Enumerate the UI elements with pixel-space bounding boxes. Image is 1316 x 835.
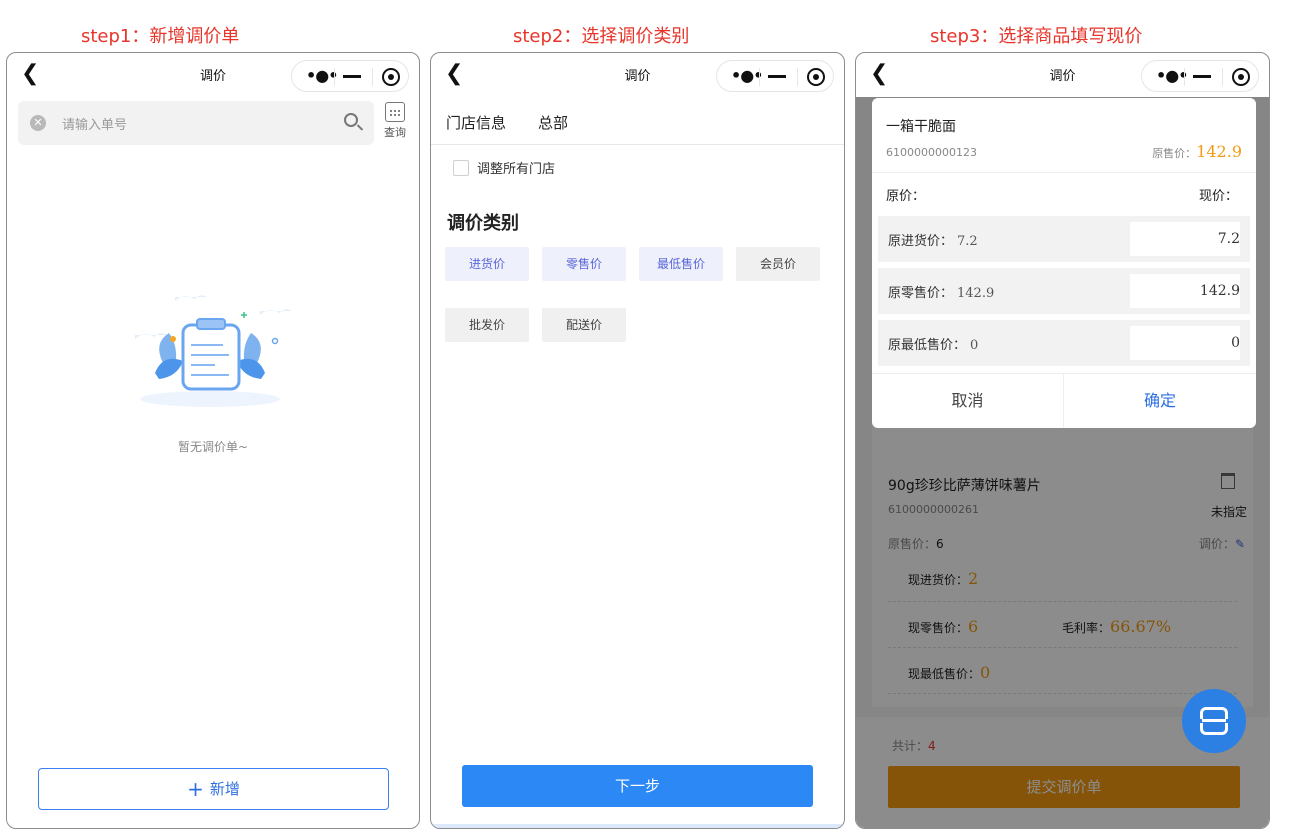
- chip-retail-price[interactable]: 零售价: [542, 247, 626, 281]
- close-target-icon[interactable]: [807, 68, 825, 86]
- cancel-button[interactable]: 取消: [872, 373, 1064, 428]
- next-step-button[interactable]: 下一步: [462, 765, 813, 807]
- step3-title: step3：选择商品填写现价: [930, 26, 1143, 47]
- calendar-icon: [385, 102, 405, 122]
- close-target-icon[interactable]: [1232, 68, 1250, 86]
- empty-state-text: 暂无调价单~: [177, 440, 249, 454]
- min-price-label: 原最低售价： 0: [888, 338, 979, 353]
- phone-step3: ❮ 调价 •●• 90g珍珍比萨薄饼味薯片 6100000000261 未指定 …: [855, 52, 1270, 829]
- add-button-label: 新增: [209, 780, 240, 798]
- divider: [431, 144, 844, 145]
- store-info-value: 总部: [538, 114, 569, 132]
- search-input[interactable]: 请输入单号: [62, 114, 127, 133]
- confirm-button[interactable]: 确定: [1064, 373, 1256, 428]
- category-title: 调价类别: [447, 213, 519, 234]
- step2-title: step2：选择调价类别: [513, 26, 690, 47]
- scan-button[interactable]: [1182, 689, 1246, 753]
- mini-program-capsule: •●•: [291, 60, 409, 92]
- dialog-orig-price: 原售价：142.9: [1152, 142, 1242, 161]
- store-info-row[interactable]: 门店信息 总部: [446, 112, 568, 133]
- store-info-label: 门店信息: [446, 114, 507, 132]
- search-icon[interactable]: [344, 113, 358, 127]
- calendar-label: 查询: [384, 126, 406, 139]
- chip-min-price[interactable]: 最低售价: [639, 247, 723, 281]
- minimize-icon[interactable]: [1193, 75, 1211, 78]
- divider: [372, 68, 373, 86]
- chip-delivery-price[interactable]: 配送价: [542, 308, 626, 342]
- chip-purchase-price[interactable]: 进货价: [445, 247, 529, 281]
- current-price-column-label: 现价：: [1198, 189, 1238, 204]
- close-target-icon[interactable]: [382, 68, 400, 86]
- more-icon[interactable]: •●•: [731, 66, 763, 85]
- purchase-price-input[interactable]: 7.2: [1130, 222, 1240, 256]
- min-price-input[interactable]: 0: [1130, 326, 1240, 360]
- adjust-all-stores-label: 调整所有门店: [477, 162, 556, 177]
- purchase-price-row: 原进货价： 7.2 7.2: [878, 216, 1250, 262]
- chip-wholesale-price[interactable]: 批发价: [445, 308, 529, 342]
- dialog-product-name: 一箱干脆面: [886, 119, 956, 135]
- nav-bar: ❮ 调价 •●•: [431, 53, 844, 97]
- bottom-bar: [431, 824, 844, 828]
- more-icon[interactable]: •●•: [306, 66, 338, 85]
- nav-bar: ❮ 调价 •●•: [856, 53, 1269, 97]
- retail-price-input[interactable]: 142.9: [1130, 274, 1240, 308]
- price-edit-dialog: 一箱干脆面 6100000000123 原售价：142.9 原价： 现价： 原进…: [872, 98, 1256, 428]
- retail-price-label: 原零售价： 142.9: [888, 286, 995, 301]
- retail-price-row: 原零售价： 142.9 142.9: [878, 268, 1250, 314]
- scan-line: [1202, 719, 1226, 722]
- dialog-product-code: 6100000000123: [886, 146, 977, 159]
- divider: [334, 68, 335, 86]
- divider: [872, 172, 1256, 173]
- calendar-query-button[interactable]: 查询: [381, 102, 409, 140]
- chip-member-price[interactable]: 会员价: [736, 247, 820, 281]
- empty-clipboard-illustration: [135, 295, 292, 407]
- divider: [1222, 68, 1223, 86]
- search-bar[interactable]: ✕ 请输入单号: [18, 101, 374, 145]
- minimize-icon[interactable]: [343, 75, 361, 78]
- minimize-icon[interactable]: [768, 75, 786, 78]
- step1-title: step1：新增调价单: [81, 26, 240, 47]
- mini-program-capsule: •●•: [716, 60, 834, 92]
- divider: [759, 68, 760, 86]
- plus-icon: +: [187, 777, 204, 801]
- divider: [1184, 68, 1185, 86]
- clear-icon[interactable]: ✕: [30, 115, 46, 131]
- mini-program-capsule: •●•: [1141, 60, 1259, 92]
- more-icon[interactable]: •●•: [1156, 66, 1188, 85]
- min-price-row: 原最低售价： 0 0: [878, 320, 1250, 366]
- purchase-price-label: 原进货价： 7.2: [888, 234, 978, 249]
- checkbox[interactable]: [453, 160, 469, 176]
- add-button[interactable]: + 新增: [38, 768, 389, 810]
- divider: [797, 68, 798, 86]
- phone-step1: ❮ 调价 •●• ✕ 请输入单号 查询 暂无调价单~ + 新增: [6, 52, 420, 829]
- nav-bar: ❮ 调价 •●•: [7, 53, 419, 97]
- phone-step2: ❮ 调价 •●• 门店信息 总部 调整所有门店 调价类别 进货价 零售价 最低售价…: [430, 52, 845, 829]
- orig-price-column-label: 原价：: [886, 189, 926, 204]
- adjust-all-stores-checkbox[interactable]: 调整所有门店: [453, 158, 555, 177]
